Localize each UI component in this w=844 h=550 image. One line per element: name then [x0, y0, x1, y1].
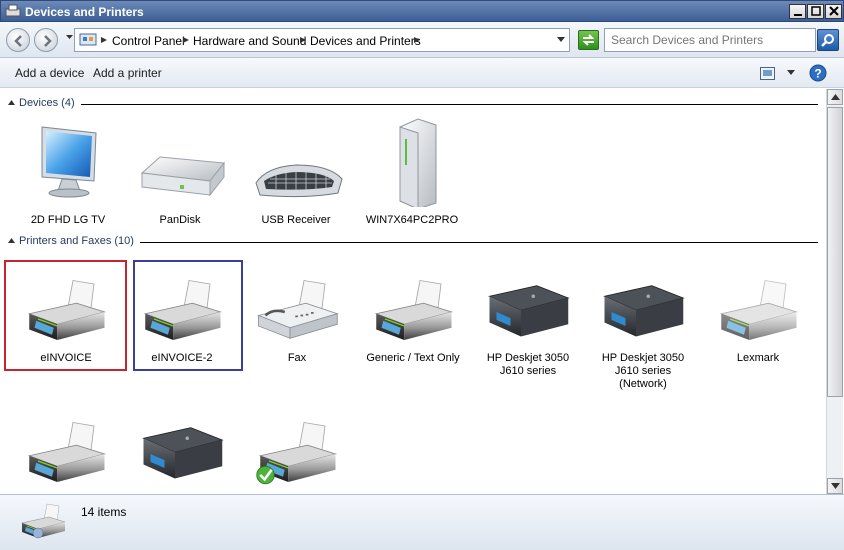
computer-tower-icon — [356, 117, 468, 207]
device-label: PanDisk — [159, 214, 201, 226]
breadcrumb-separator-icon[interactable] — [183, 37, 189, 43]
view-options-dropdown-icon[interactable] — [787, 70, 795, 75]
printer-label: HP Deskjet 3050 J610 series — [486, 352, 570, 377]
printer-item[interactable] — [10, 419, 122, 494]
device-label: WIN7X64PC2PRO — [365, 214, 459, 226]
printer-label: Lexmark — [736, 352, 780, 364]
search-icon — [821, 34, 834, 47]
printer-icon — [708, 277, 808, 347]
printer-icon — [132, 277, 232, 347]
forward-button[interactable] — [34, 28, 58, 52]
scroll-up-icon — [831, 94, 840, 100]
device-list-view[interactable]: Devices (4) 2D FHD LG TV PanDisk USB Rec… — [0, 89, 826, 494]
search-button[interactable] — [817, 29, 839, 51]
breadcrumb-hardware-and-sound[interactable]: Hardware and Sound — [193, 34, 306, 48]
devices-printers-app-icon — [5, 4, 21, 17]
scroll-down-button[interactable] — [827, 478, 843, 494]
control-panel-icon — [79, 33, 97, 46]
printer-icon — [363, 277, 463, 347]
minimize-button[interactable] — [789, 4, 806, 19]
search-box[interactable] — [604, 28, 816, 52]
breadcrumb-separator-icon[interactable] — [414, 37, 420, 43]
maximize-icon — [811, 6, 821, 16]
close-icon — [829, 6, 839, 16]
command-bar: Add a device Add a printer ? — [0, 58, 844, 88]
hp-printer-icon — [478, 277, 578, 347]
address-history-dropdown-icon[interactable] — [557, 37, 565, 42]
group-header-printers[interactable]: Printers and Faxes (10) — [8, 235, 818, 249]
device-item[interactable]: WIN7X64PC2PRO — [356, 117, 468, 229]
title-bar: Devices and Printers — [0, 0, 844, 22]
window-title: Devices and Printers — [25, 5, 144, 19]
breadcrumb[interactable]: Control Panel Hardware and Sound Devices… — [74, 28, 570, 52]
refresh-icon — [582, 34, 595, 46]
hp-printer-icon — [593, 277, 693, 347]
group-header-devices[interactable]: Devices (4) — [8, 97, 818, 111]
back-arrow-icon — [14, 35, 22, 47]
device-item[interactable]: PanDisk — [124, 117, 236, 229]
minimize-icon — [794, 14, 802, 16]
back-button[interactable] — [6, 28, 30, 52]
breadcrumb-devices-and-printers[interactable]: Devices and Printers — [310, 34, 421, 48]
printer-label: eINVOICE — [40, 352, 92, 364]
printer-label: Fax — [287, 352, 307, 364]
external-drive-icon — [124, 117, 236, 207]
scroll-up-button[interactable] — [827, 89, 843, 105]
help-icon[interactable]: ? — [809, 64, 827, 82]
device-label: 2D FHD LG TV — [30, 214, 106, 226]
printer-item[interactable] — [241, 419, 353, 494]
group-divider — [19, 104, 818, 105]
devices-printers-icon — [18, 500, 68, 544]
scroll-down-icon — [831, 483, 840, 489]
vertical-scrollbar[interactable] — [826, 89, 843, 494]
breadcrumb-control-panel[interactable]: Control Panel — [112, 34, 185, 48]
printer-label: HP Deskjet 3050 J610 series (Network) — [601, 352, 685, 390]
printer-default-icon — [256, 419, 347, 485]
group-label-devices: Devices (4) — [19, 97, 81, 109]
collapse-arrow-icon[interactable] — [8, 238, 15, 243]
device-item[interactable]: 2D FHD LG TV — [12, 117, 124, 229]
maximize-button[interactable] — [807, 4, 824, 19]
printer-item[interactable]: Lexmark — [702, 277, 814, 369]
printer-item[interactable]: Fax — [241, 277, 353, 369]
keyboard-icon — [240, 117, 352, 207]
printer-item[interactable]: HP Deskjet 3050 J610 series — [472, 277, 584, 387]
collapse-arrow-icon[interactable] — [8, 100, 15, 105]
hp-printer-icon — [132, 419, 232, 489]
device-item[interactable]: USB Receiver — [240, 117, 352, 229]
close-button[interactable] — [825, 4, 842, 19]
printer-item[interactable]: Generic / Text Only — [357, 277, 469, 369]
fax-icon — [257, 279, 339, 339]
breadcrumb-separator-icon[interactable] — [101, 37, 107, 43]
printer-label: Generic / Text Only — [366, 352, 460, 364]
printer-item[interactable]: eINVOICE — [10, 277, 122, 369]
printer-item[interactable]: eINVOICE-2 — [126, 277, 238, 369]
scroll-thumb[interactable] — [827, 107, 843, 397]
change-view-icon[interactable] — [760, 67, 775, 80]
recent-pages-dropdown-icon[interactable] — [66, 35, 73, 40]
group-label-printers: Printers and Faxes (10) — [19, 235, 140, 247]
add-printer-button[interactable]: Add a printer — [93, 66, 162, 80]
item-count: 14 items — [81, 505, 127, 519]
printer-icon — [16, 277, 116, 347]
printer-label: eINVOICE-2 — [151, 352, 213, 364]
monitor-icon — [12, 117, 124, 207]
details-pane: 14 items — [0, 494, 844, 550]
printer-item[interactable] — [126, 419, 238, 494]
add-device-button[interactable]: Add a device — [15, 66, 84, 80]
search-input[interactable] — [611, 30, 811, 50]
breadcrumb-separator-icon[interactable] — [300, 37, 306, 43]
device-label: USB Receiver — [261, 214, 331, 226]
refresh-button[interactable] — [578, 30, 599, 50]
printer-item[interactable]: HP Deskjet 3050 J610 series (Network) — [587, 277, 699, 390]
forward-arrow-icon — [44, 35, 52, 47]
printer-icon — [16, 419, 116, 489]
svg-text:?: ? — [814, 67, 821, 81]
address-bar: Control Panel Hardware and Sound Devices… — [0, 22, 844, 58]
